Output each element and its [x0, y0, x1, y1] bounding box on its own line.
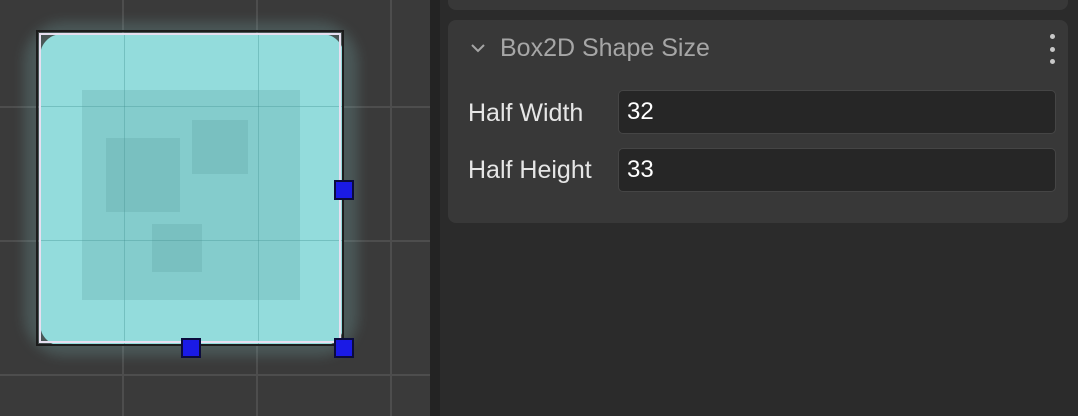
half-width-input[interactable]: 32: [618, 90, 1056, 134]
chevron-down-icon[interactable]: [468, 38, 488, 58]
resize-handle-corner[interactable]: [334, 338, 354, 358]
half-width-row: Half Width: [468, 90, 618, 136]
resize-handle-right[interactable]: [334, 180, 354, 200]
grid-line: [390, 0, 392, 416]
collider-outline: [36, 30, 344, 346]
half-width-label: Half Width: [468, 98, 584, 127]
resize-handle-bottom[interactable]: [181, 338, 201, 358]
previous-section: [448, 0, 1068, 10]
half-height-input[interactable]: 33: [618, 148, 1056, 192]
inspector-panel: Box2D Shape Size Half Width 32 Half Heig…: [440, 0, 1078, 416]
scene-viewport[interactable]: [0, 0, 430, 416]
grid-line: [0, 374, 430, 376]
section-header[interactable]: Box2D Shape Size: [468, 32, 1048, 64]
box2d-shape-size-section: Box2D Shape Size Half Width 32 Half Heig…: [448, 20, 1068, 223]
half-height-label: Half Height: [468, 155, 592, 184]
more-vertical-icon[interactable]: [1046, 34, 1058, 64]
panel-splitter[interactable]: [430, 0, 440, 416]
section-title: Box2D Shape Size: [500, 33, 710, 62]
half-height-row: Half Height: [468, 147, 618, 193]
